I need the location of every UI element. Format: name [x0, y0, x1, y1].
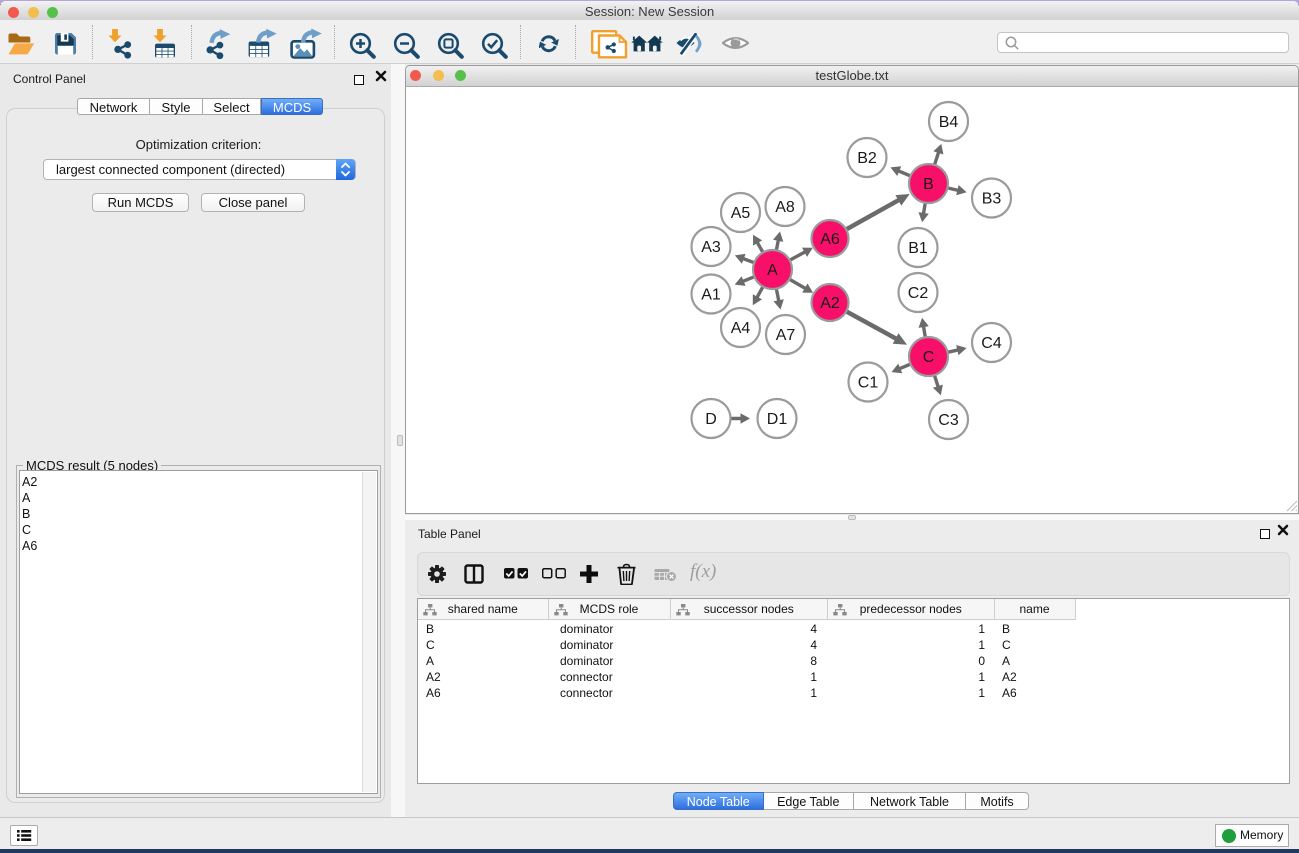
svg-text:C2: C2 [908, 285, 929, 302]
svg-text:B4: B4 [939, 114, 959, 131]
svg-text:C: C [923, 349, 935, 366]
svg-text:C1: C1 [858, 375, 879, 392]
svg-text:A8: A8 [775, 199, 795, 216]
svg-text:C4: C4 [981, 335, 1002, 352]
svg-text:D1: D1 [767, 411, 788, 428]
svg-text:B1: B1 [908, 240, 928, 257]
svg-text:B2: B2 [857, 150, 877, 167]
svg-text:A: A [767, 262, 778, 279]
svg-text:B3: B3 [982, 191, 1002, 208]
svg-text:A1: A1 [701, 287, 721, 304]
svg-text:C3: C3 [938, 412, 959, 429]
svg-text:A4: A4 [731, 320, 751, 337]
svg-text:A5: A5 [731, 205, 751, 222]
svg-text:A6: A6 [820, 231, 840, 248]
svg-text:A7: A7 [776, 327, 796, 344]
svg-text:D: D [705, 411, 717, 428]
svg-text:A2: A2 [820, 295, 840, 312]
svg-text:A3: A3 [701, 239, 721, 256]
svg-text:B: B [923, 176, 934, 193]
